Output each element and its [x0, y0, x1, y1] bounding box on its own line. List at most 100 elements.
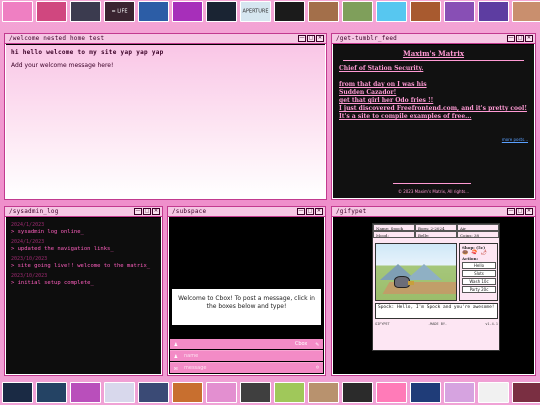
pet-coins: Coins: 38 — [457, 231, 499, 238]
thumbnail-button[interactable] — [206, 1, 237, 22]
welcome-heading: hi hello welcome to my site yap yap yap — [11, 49, 164, 56]
hello-button[interactable]: Hello — [462, 262, 496, 269]
wash-button[interactable]: Wash 10c — [462, 278, 496, 285]
tumblr-feed-body: Maxim's Matrix Chief of Station Security… — [333, 45, 534, 198]
thumbnail-button[interactable] — [104, 382, 135, 403]
window-title-bar[interactable]: /subspace — □ ✕ — [168, 207, 325, 217]
pet-stats-row: Name: Spock Born: 2-2024 Air — [373, 224, 499, 231]
feed-entry[interactable]: from that day on I was his — [339, 81, 528, 89]
pet-footer: GIFYPET -MADE BY- v1.4.1 — [375, 322, 498, 326]
window-title: /sysadmin_log — [9, 208, 59, 215]
log-entry: 2023/10/2023 > initial setup complete_ — [11, 273, 156, 286]
window-title-bar[interactable]: /gifypet — □ ✕ — [332, 207, 535, 217]
thumbnail-button[interactable] — [308, 382, 339, 403]
thumbnail-button[interactable] — [2, 382, 33, 403]
window-title-bar[interactable]: /welcome nested home test — □ ✕ — [5, 34, 326, 44]
thumbnail-button[interactable] — [308, 1, 339, 22]
mountain-shape — [406, 264, 442, 280]
feed-entry[interactable]: Chief of Station Security. — [339, 65, 528, 73]
thumbnail-button[interactable]: = LIFE — [104, 1, 135, 22]
log-date: 2024/1/2023 — [11, 222, 45, 228]
cbox-toolbar: ♟ Cbox ✎ — [170, 339, 323, 349]
minimize-button[interactable]: — — [298, 35, 306, 42]
cbox-label[interactable]: Cbox — [295, 341, 308, 347]
thumbnail-button[interactable] — [138, 1, 169, 22]
name-field[interactable] — [184, 353, 294, 359]
divider — [343, 60, 524, 61]
thumbnail-button[interactable] — [512, 382, 540, 403]
window-title-bar[interactable]: /get-tumblr_feed — □ ✕ — [332, 34, 535, 44]
window-title-bar[interactable]: /sysadmin_log — □ ✕ — [5, 207, 162, 217]
pet-scene[interactable] — [375, 243, 457, 301]
party-button[interactable]: Party 20c — [462, 286, 496, 293]
feed-entry[interactable]: I just discovered Freefrontend.com, and … — [339, 105, 528, 121]
minimize-button[interactable]: — — [134, 208, 142, 215]
window-title: /welcome nested home test — [9, 35, 105, 42]
thumbnail-button[interactable] — [36, 382, 67, 403]
maximize-button[interactable]: □ — [143, 208, 151, 215]
thumbnail-button[interactable] — [478, 1, 509, 22]
pet-speech-bubble: Spock: Hello, I'm Spock and you're aweso… — [375, 303, 498, 319]
slots-button[interactable]: Slots — [462, 270, 496, 277]
smiley-icon[interactable]: ☺ — [316, 365, 319, 371]
thumbnail-button[interactable] — [2, 1, 33, 22]
window-title: /subspace — [172, 208, 207, 215]
thumbnail-button[interactable]: APERTURE — [240, 1, 271, 22]
message-field[interactable] — [184, 365, 294, 371]
thumbnail-button[interactable] — [274, 1, 305, 22]
thumbnail-button[interactable] — [172, 382, 203, 403]
tumblr-feed-window: /get-tumblr_feed — □ ✕ Maxim's Matrix Ch… — [331, 33, 536, 200]
user-icon[interactable]: ♟ — [174, 341, 178, 348]
thumbnail-button[interactable] — [410, 1, 441, 22]
thumbnail-button[interactable] — [512, 1, 540, 22]
thumbnail-button[interactable] — [376, 382, 407, 403]
maximize-button[interactable]: □ — [306, 208, 314, 215]
log-message: > sysadmin log online_ — [11, 229, 84, 235]
maximize-button[interactable]: □ — [307, 35, 315, 42]
thumbnail-button[interactable] — [240, 382, 271, 403]
feed-entry[interactable]: Sudden Cazador! — [339, 89, 528, 97]
thumbnail-button[interactable] — [444, 1, 475, 22]
edit-icon[interactable]: ✎ — [315, 341, 319, 348]
close-button[interactable]: ✕ — [152, 208, 160, 215]
thumbnail-button[interactable] — [342, 382, 373, 403]
maximize-button[interactable]: □ — [516, 208, 524, 215]
maximize-button[interactable]: □ — [516, 35, 524, 42]
thumbnail-button[interactable] — [70, 1, 101, 22]
sysadmin-log-window: /sysadmin_log — □ ✕ 2024/1/2023 > sysadm… — [4, 206, 163, 376]
thumbnail-button[interactable] — [478, 382, 509, 403]
feed-entry[interactable]: get that girl her Odo fries !! — [339, 97, 528, 105]
thumbnail-button[interactable] — [70, 382, 101, 403]
welcome-body: hi hello welcome to my site yap yap yap … — [6, 45, 325, 198]
log-entry: 2024/1/2023 > updated the navigation lin… — [11, 239, 156, 252]
close-button[interactable]: ✕ — [525, 208, 533, 215]
cbox-welcome-notice: Welcome to Cbox! To post a message, clic… — [172, 289, 321, 325]
thumbnail-button[interactable] — [342, 1, 373, 22]
footer-left[interactable]: GIFYPET — [375, 322, 390, 326]
thumbnail-button[interactable] — [172, 1, 203, 22]
thumbnail-label: APERTURE — [242, 8, 269, 14]
blog-title-link[interactable]: Maxim's Matrix — [339, 49, 528, 58]
thumbnail-button[interactable] — [206, 382, 237, 403]
thumbnail-button[interactable] — [444, 382, 475, 403]
pet-belly: Belly: — [415, 231, 457, 238]
close-button[interactable]: ✕ — [525, 35, 533, 42]
minimize-button[interactable]: — — [507, 35, 515, 42]
thumbnail-button[interactable] — [138, 382, 169, 403]
thumbnail-button[interactable] — [274, 382, 305, 403]
log-entry: 2024/1/2023 > sysadmin log online_ — [11, 222, 156, 235]
minimize-button[interactable]: — — [507, 208, 515, 215]
pet-born: Born: 2-2024 — [415, 224, 457, 231]
thumbnail-button[interactable] — [376, 1, 407, 22]
divider — [393, 183, 471, 184]
bottom-thumbnail-strip — [0, 381, 540, 405]
minimize-button[interactable]: — — [297, 208, 305, 215]
pet-bird-icon[interactable] — [394, 276, 414, 288]
close-button[interactable]: ✕ — [316, 35, 324, 42]
log-entry: 2023/10/2023 > site going live!! welcome… — [11, 256, 156, 269]
thumbnail-button[interactable] — [410, 382, 441, 403]
more-posts-link[interactable]: more posts... — [502, 137, 528, 142]
thumbnail-button[interactable] — [36, 1, 67, 22]
welcome-window: /welcome nested home test — □ ✕ hi hello… — [4, 33, 327, 200]
close-button[interactable]: ✕ — [315, 208, 323, 215]
